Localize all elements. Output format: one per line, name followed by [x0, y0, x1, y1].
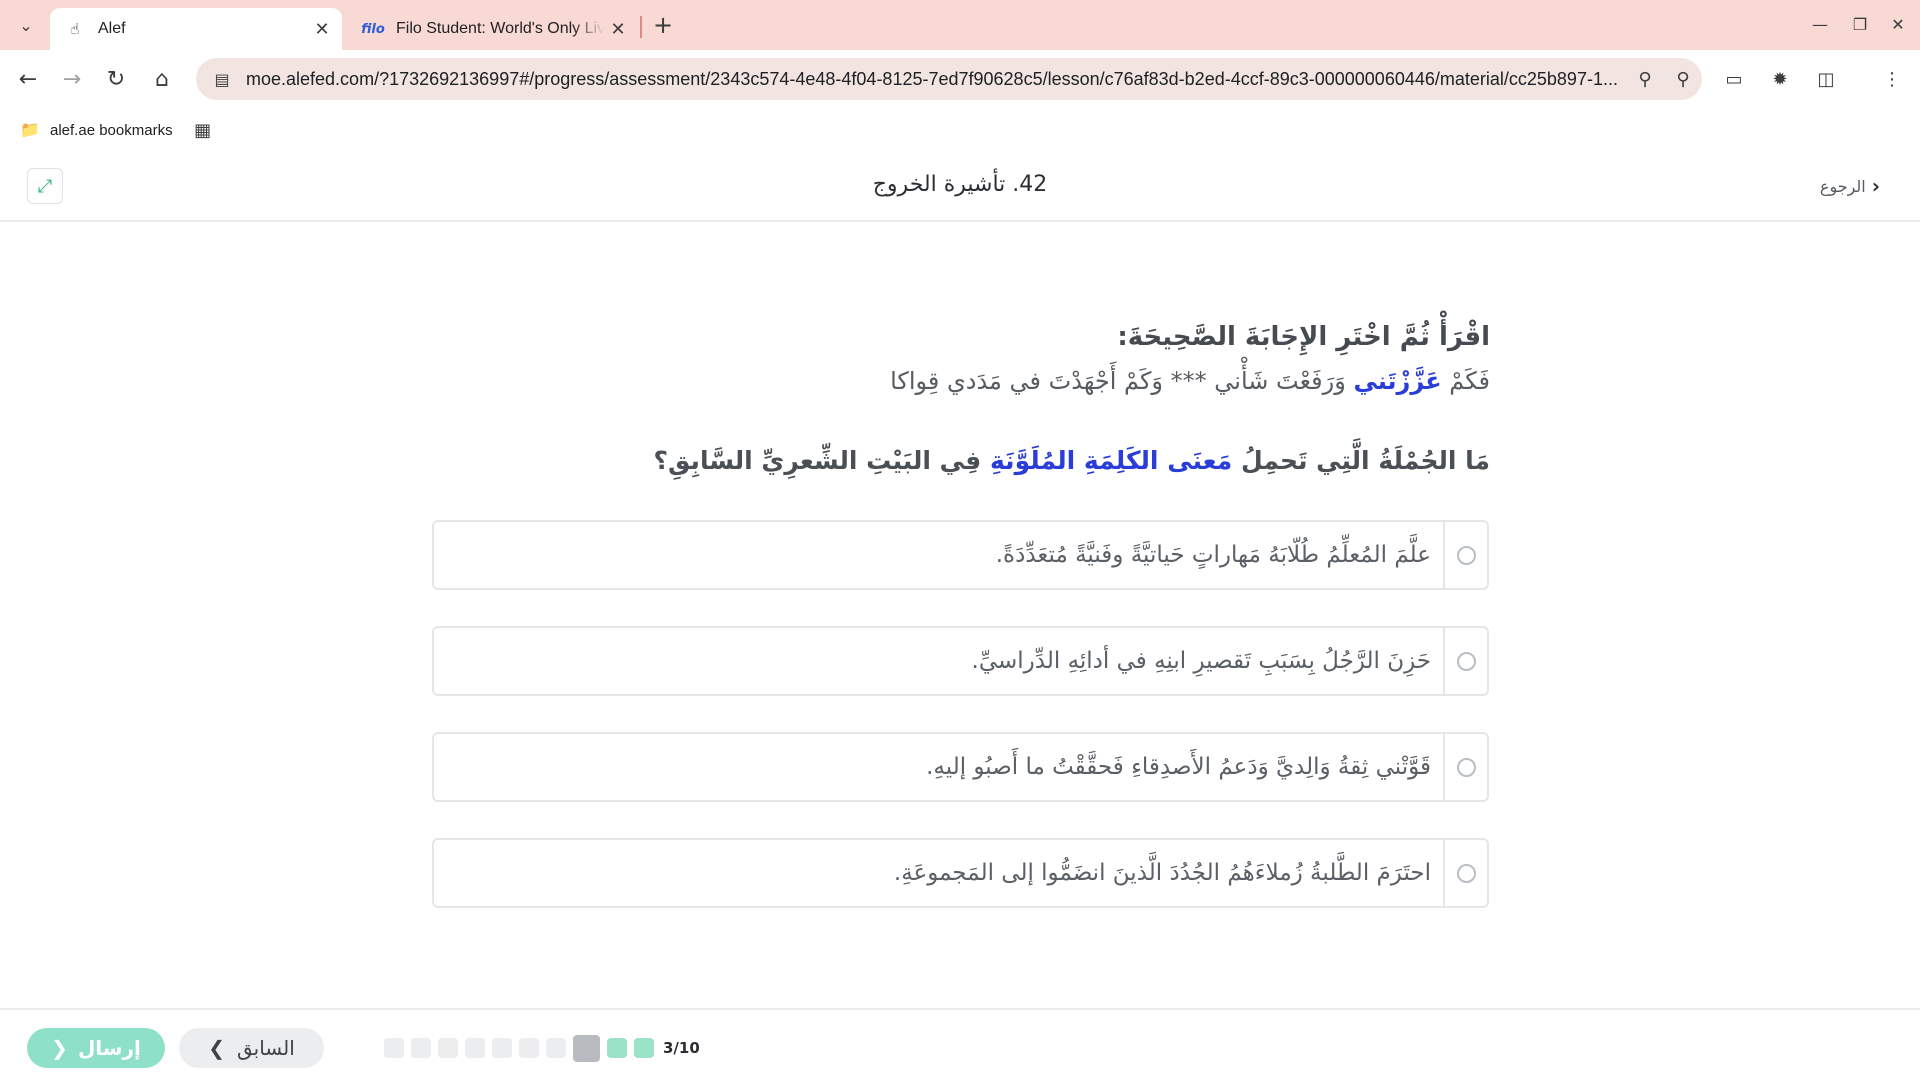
tab-title: Filo Student: World's Only Live Instant … — [396, 20, 604, 37]
back-label: الرجوع — [1819, 176, 1866, 196]
radio-button[interactable] — [1456, 545, 1476, 565]
browser-tab-bar: ⌄ ☝ Alef ✕ filo Filo Student: World's On… — [0, 0, 1920, 50]
progress-step-done[interactable] — [607, 1038, 627, 1058]
back-arrow-icon[interactable]: ← — [10, 62, 46, 96]
option-text[interactable]: قَوَّتْني ثِقةُ وَالِديَّ وَدَعمُ الأَصد… — [434, 754, 1443, 780]
poem-verse: فَكَمْ عَزَّزْتَني وَرَفَعْتَ شَأْني ***… — [290, 360, 1490, 402]
bookmark-folder-label: alef.ae bookmarks — [50, 121, 173, 139]
lesson-header: ⤢ 42. تأشيرة الخروج ‹ الرجوع — [0, 152, 1920, 222]
filo-icon: filo — [361, 21, 385, 37]
progress-step[interactable] — [492, 1038, 512, 1058]
page-title: 42. تأشيرة الخروج — [872, 172, 1048, 197]
browser-toolbar: ← → ↻ ⌂ ▤ moe.alefed.com/?1732692136997#… — [0, 50, 1920, 108]
progress-step[interactable] — [519, 1038, 539, 1058]
tab-alef[interactable]: ☝ Alef ✕ — [50, 8, 342, 50]
forward-arrow-icon[interactable]: → — [54, 62, 90, 96]
address-bar[interactable]: ▤ moe.alefed.com/?1732692136997#/progres… — [196, 58, 1702, 100]
progress-step[interactable] — [546, 1038, 566, 1058]
new-tab-plus-icon[interactable]: + — [648, 10, 678, 40]
extensions-icon[interactable]: ◫ — [1808, 62, 1844, 96]
chevron-right-icon: ❯ — [208, 1036, 225, 1060]
url-text[interactable]: moe.alefed.com/?1732692136997#/progress/… — [246, 69, 1626, 90]
question-prompt: مَا الجُمْلَةُ الَّتِي تَحمِلُ مَعنَى ال… — [290, 440, 1490, 482]
radio-cell[interactable] — [1443, 522, 1487, 588]
tab-search-chevron-icon[interactable]: ⌄ — [10, 11, 42, 39]
close-icon[interactable]: ✕ — [308, 15, 336, 43]
answer-option[interactable]: قَوَّتْني ثِقةُ وَالِديَّ وَدَعمُ الأَصد… — [432, 732, 1489, 802]
apps-grid-icon[interactable]: ▦ — [191, 118, 215, 142]
tab-title: Alef — [98, 20, 126, 37]
progress-step-current[interactable] — [573, 1034, 600, 1062]
previous-button[interactable]: السابق ❯ — [179, 1028, 324, 1068]
home-icon[interactable]: ⌂ — [144, 62, 180, 96]
verse-part: فَكَمْ — [1441, 367, 1490, 395]
cast-icon[interactable]: ▭ — [1716, 62, 1752, 96]
progress-count: 3/10 — [663, 1039, 700, 1057]
answer-options: علَّمَ المُعلِّمُ طُلّابَهُ مَهاراتٍ حَي… — [432, 520, 1489, 944]
option-text[interactable]: علَّمَ المُعلِّمُ طُلّابَهُ مَهاراتٍ حَي… — [434, 542, 1443, 568]
verse-part: وَرَفَعْتَ شَأْني *** وَكَمْ أَجْهَدْتَ … — [890, 367, 1354, 395]
alef-icon: ☝ — [70, 20, 80, 38]
radio-cell[interactable] — [1443, 734, 1487, 800]
submit-label: إرسال — [77, 1036, 141, 1060]
radio-button[interactable] — [1456, 757, 1476, 777]
question-area: اقْرَأْ ثُمَّ اخْتَرِ الإِجَابَةَ الصَّح… — [0, 224, 1920, 1010]
radio-cell[interactable] — [1443, 628, 1487, 694]
question-progress: 3/10 — [384, 1034, 700, 1062]
progress-step[interactable] — [411, 1038, 431, 1058]
close-icon[interactable]: ✕ — [604, 15, 632, 43]
folder-icon: 📁 — [20, 122, 40, 139]
progress-step[interactable] — [384, 1038, 404, 1058]
chevron-left-icon: ‹ — [1871, 174, 1880, 198]
more-menu-icon[interactable]: ⋮ — [1874, 62, 1910, 96]
chevron-left-icon: ❮ — [51, 1036, 68, 1060]
option-text[interactable]: حَزِنَ الرَّجُلُ بِسَبَبِ تَقصيرِ ابنِهِ… — [434, 648, 1443, 674]
tab-filo[interactable]: filo Filo Student: World's Only Live Ins… — [348, 8, 638, 50]
submit-button[interactable]: إرسال ❮ — [27, 1028, 165, 1068]
answer-option[interactable]: حَزِنَ الرَّجُلُ بِسَبَبِ تَقصيرِ ابنِهِ… — [432, 626, 1489, 696]
bookmarks-bar: 📁 alef.ae bookmarks ▦ — [0, 108, 1920, 152]
bookmark-folder[interactable]: 📁 alef.ae bookmarks — [18, 120, 173, 140]
zoom-icon[interactable]: ⚲ — [1664, 61, 1702, 97]
tab-divider — [640, 16, 642, 38]
radio-button[interactable] — [1456, 651, 1476, 671]
site-info-icon[interactable]: ▤ — [204, 61, 240, 97]
prompt-highlight: مَعنَى الكَلِمَةِ المُلَوَّنَةِ — [990, 446, 1233, 475]
instruction-text: اقْرَأْ ثُمَّ اخْتَرِ الإِجَابَةَ الصَّح… — [1117, 322, 1490, 352]
prompt-part: مَا الجُمْلَةُ الَّتِي تَحمِلُ — [1232, 446, 1490, 475]
restore-icon[interactable]: ❐ — [1840, 6, 1880, 42]
assessment-footer: إرسال ❮ السابق ❯ 3/10 — [0, 1008, 1920, 1080]
progress-step[interactable] — [438, 1038, 458, 1058]
minimize-icon[interactable]: — — [1800, 6, 1840, 42]
option-text[interactable]: احتَرَمَ الطَّلبةُ زُملاءَهُمُ الجُدُدَ … — [434, 860, 1443, 886]
previous-label: السابق — [236, 1036, 295, 1060]
location-pin-icon[interactable]: ⚲ — [1626, 61, 1664, 97]
reload-icon[interactable]: ↻ — [98, 62, 134, 96]
window-close-icon[interactable]: ✕ — [1878, 6, 1918, 42]
highlighted-word: عَزَّزْتَني — [1353, 367, 1442, 395]
radio-cell[interactable] — [1443, 840, 1487, 906]
back-button[interactable]: ‹ الرجوع — [1820, 174, 1880, 198]
progress-step-done[interactable] — [634, 1038, 654, 1058]
extension-puzzle-icon[interactable]: ✹ — [1762, 62, 1798, 96]
answer-option[interactable]: علَّمَ المُعلِّمُ طُلّابَهُ مَهاراتٍ حَي… — [432, 520, 1489, 590]
prompt-part: فِي البَيْتِ الشِّعرِيِّ السَّابِقِ؟ — [653, 446, 991, 475]
question-block: اقْرَأْ ثُمَّ اخْتَرِ الإِجَابَةَ الصَّح… — [290, 316, 1490, 482]
radio-button[interactable] — [1456, 863, 1476, 883]
answer-option[interactable]: احتَرَمَ الطَّلبةُ زُملاءَهُمُ الجُدُدَ … — [432, 838, 1489, 908]
progress-step[interactable] — [465, 1038, 485, 1058]
